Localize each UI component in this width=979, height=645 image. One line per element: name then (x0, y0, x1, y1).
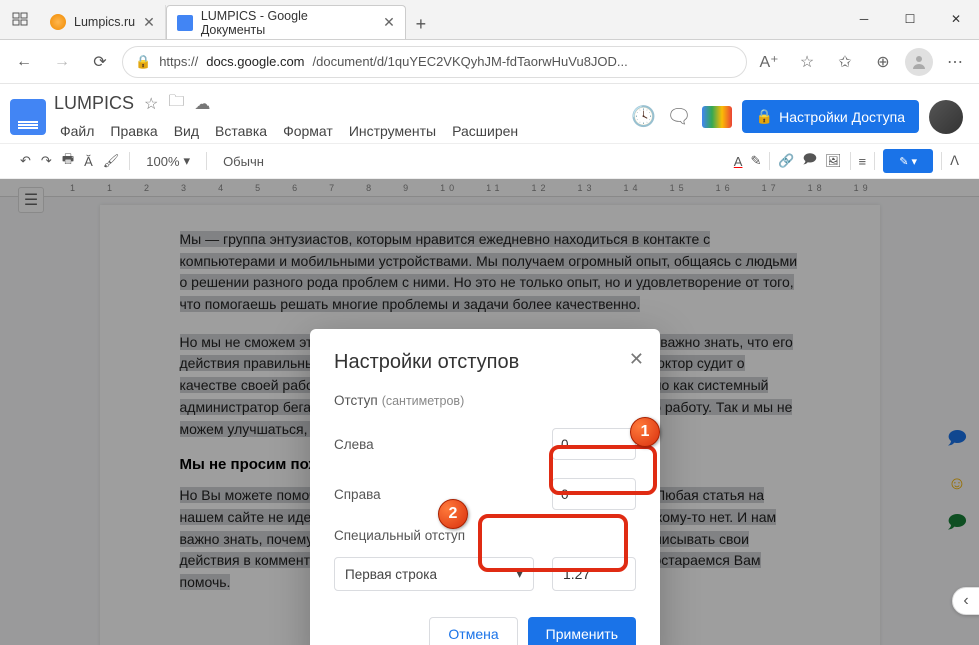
style-select[interactable]: Обычн (217, 151, 270, 172)
comment-icon[interactable]: 🗨 (666, 104, 691, 129)
window-controls: ─ ☐ ✕ (841, 0, 979, 39)
move-icon[interactable]: 🗀 (168, 90, 184, 117)
profile-button[interactable] (905, 48, 933, 76)
callout-number-2: 2 (438, 499, 468, 529)
favorite-icon[interactable]: ☆ (791, 46, 823, 78)
new-tab-button[interactable]: + (406, 9, 436, 39)
menu-file[interactable]: Файл (54, 119, 100, 143)
doc-title[interactable]: LUMPICS (54, 93, 134, 114)
address-bar: ← → ⟳ 🔒 https:// docs.google.com/document… (0, 40, 979, 84)
read-aloud-icon[interactable]: A⁺ (753, 46, 785, 78)
text-color-icon[interactable]: A (734, 154, 743, 169)
callout-number-1: 1 (630, 417, 660, 447)
apply-button[interactable]: Применить (528, 617, 636, 645)
tab-label: LUMPICS - Google Документы (201, 9, 375, 37)
menu-icon[interactable]: ⋯ (939, 46, 971, 78)
editing-mode-button[interactable]: ✎ ▾ (883, 149, 933, 173)
toolbar: ↶ ↷ 🖶 Ă 🖌 100% ▾ Обычн A ✎ 🔗 🗩 🖼 ≡ ✎ ▾ ᐱ (0, 143, 979, 179)
chevron-up-icon[interactable]: ᐱ (950, 153, 959, 169)
left-label: Слева (334, 437, 552, 452)
special-indent-input[interactable] (552, 557, 636, 591)
url-prefix: https:// (159, 54, 198, 69)
redo-icon[interactable]: ↷ (41, 153, 52, 169)
docs-header: LUMPICS ☆ 🗀 ☁ Файл Правка Вид Вставка Фо… (0, 84, 979, 143)
add-comment-icon[interactable]: 🗩 (803, 150, 817, 172)
favorites-bar-icon[interactable]: ✩ (829, 46, 861, 78)
left-indent-input[interactable] (552, 428, 636, 460)
link-icon[interactable]: 🔗 (778, 153, 794, 169)
url-path: /document/d/1quYEC2VKQyhJM-fdTaorwHuVu8J… (313, 54, 628, 69)
dialog-title: Настройки отступов (334, 351, 636, 374)
tab-strip: Lumpics.ru ✕ LUMPICS - Google Документы … (40, 3, 841, 39)
close-window-button[interactable]: ✕ (933, 0, 979, 39)
menu-view[interactable]: Вид (168, 119, 205, 143)
meet-icon[interactable] (702, 106, 732, 128)
history-icon[interactable]: 🕓 (631, 104, 656, 129)
refresh-button[interactable]: ⟳ (84, 46, 116, 78)
menu-tools[interactable]: Инструменты (343, 119, 442, 143)
close-icon[interactable]: ✕ (383, 14, 395, 31)
close-icon[interactable]: ✕ (629, 349, 644, 370)
user-avatar[interactable] (929, 100, 963, 134)
chevron-down-icon: ▾ (516, 566, 523, 582)
docs-app: LUMPICS ☆ 🗀 ☁ Файл Правка Вид Вставка Фо… (0, 84, 979, 645)
indent-label: Отступ(сантиметров) (334, 393, 464, 408)
docs-logo-icon[interactable] (10, 99, 46, 135)
zoom-value: 100% (146, 154, 179, 169)
url-host: docs.google.com (206, 54, 304, 69)
show-side-panel-icon[interactable]: ‹ (952, 587, 979, 615)
favicon-lumpics (50, 14, 66, 30)
menu-format[interactable]: Формат (277, 119, 339, 143)
star-icon[interactable]: ☆ (144, 94, 158, 114)
paint-format-icon[interactable]: 🖌 (103, 153, 120, 169)
tab-actions-icon[interactable] (0, 0, 40, 39)
highlight-icon[interactable]: ✎ (750, 153, 761, 169)
special-indent-select[interactable]: Первая строка ▾ (334, 557, 534, 591)
back-button[interactable]: ← (8, 46, 40, 78)
cloud-icon[interactable]: ☁ (194, 94, 210, 114)
style-value: Обычн (223, 154, 264, 169)
browser-titlebar: Lumpics.ru ✕ LUMPICS - Google Документы … (0, 0, 979, 40)
favicon-docs (177, 15, 193, 31)
tab-google-docs[interactable]: LUMPICS - Google Документы ✕ (166, 5, 406, 39)
forward-button[interactable]: → (46, 46, 78, 78)
cancel-button[interactable]: Отмена (429, 617, 517, 645)
menu-extensions[interactable]: Расширен (446, 119, 524, 143)
right-indent-input[interactable] (552, 478, 636, 510)
lock-icon: 🔒 (756, 108, 773, 125)
zoom-select[interactable]: 100% ▾ (140, 150, 196, 172)
spellcheck-icon[interactable]: Ă (84, 154, 93, 169)
share-button[interactable]: 🔒 Настройки Доступа (742, 100, 919, 133)
image-icon[interactable]: 🖼 (825, 153, 842, 169)
tab-label: Lumpics.ru (74, 15, 135, 29)
tab-lumpics[interactable]: Lumpics.ru ✕ (40, 5, 166, 39)
close-icon[interactable]: ✕ (143, 14, 155, 31)
url-field[interactable]: 🔒 https:// docs.google.com/document/d/1qu… (122, 46, 747, 78)
undo-icon[interactable]: ↶ (20, 153, 31, 169)
align-icon[interactable]: ≡ (859, 154, 867, 169)
indent-options-dialog: Настройки отступов ✕ Отступ(сантиметров)… (310, 329, 660, 645)
collections-icon[interactable]: ⊕ (867, 46, 899, 78)
share-label: Настройки Доступа (779, 109, 905, 125)
menubar: Файл Правка Вид Вставка Формат Инструмен… (54, 117, 524, 143)
select-value: Первая строка (345, 567, 437, 582)
menu-insert[interactable]: Вставка (209, 119, 273, 143)
special-indent-label: Специальный отступ (334, 528, 636, 543)
menu-edit[interactable]: Правка (104, 119, 163, 143)
document-area: 112345678910111213141516171819 ☰ Мы — гр… (0, 179, 979, 645)
lock-icon: 🔒 (135, 54, 151, 70)
maximize-button[interactable]: ☐ (887, 0, 933, 39)
print-icon[interactable]: 🖶 (62, 150, 74, 172)
minimize-button[interactable]: ─ (841, 0, 887, 39)
right-label: Справа (334, 487, 552, 502)
